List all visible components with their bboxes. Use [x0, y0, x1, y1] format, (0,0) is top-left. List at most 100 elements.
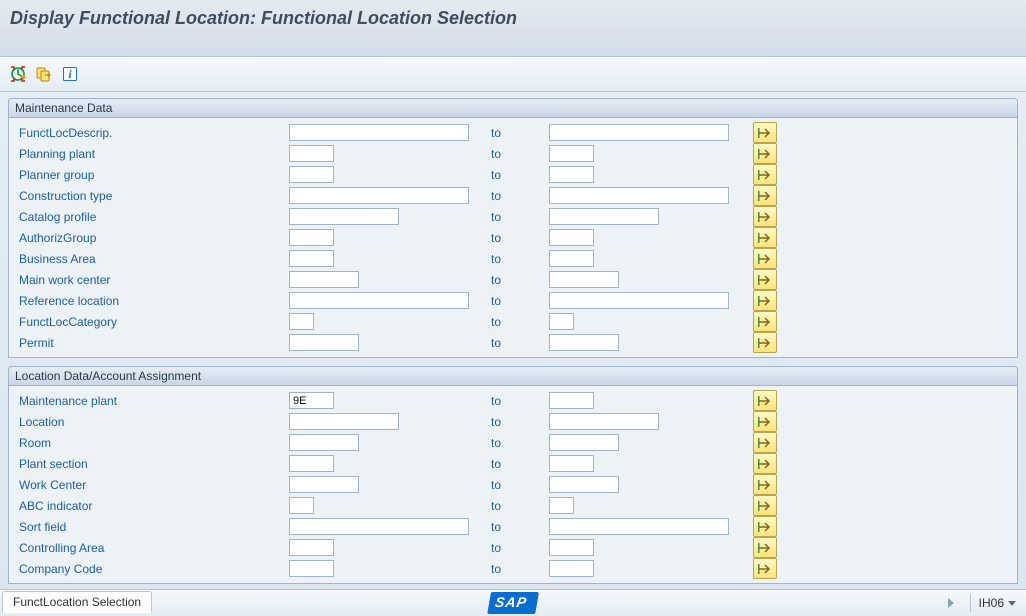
loc-from-room[interactable] [289, 434, 359, 451]
loc-label-abc-indicator: ABC indicator [9, 499, 289, 513]
maint-label-construction-type: Construction type [9, 189, 289, 203]
loc-to-abc-indicator[interactable] [549, 497, 574, 514]
loc-label-work-center: Work Center [9, 478, 289, 492]
loc-from-controlling-area[interactable] [289, 539, 334, 556]
maint-multi-construction-type[interactable] [753, 185, 777, 206]
maint-multi-main-work-center[interactable] [753, 269, 777, 290]
maint-to-functlocdescrip[interactable] [549, 124, 729, 141]
maint-to-planner-group[interactable] [549, 166, 594, 183]
maint-multi-planning-plant[interactable] [753, 143, 777, 164]
maint-to-label-catalog-profile: to [489, 210, 549, 224]
loc-label-room: Room [9, 436, 289, 450]
maint-multi-functlocdescrip[interactable] [753, 122, 777, 143]
loc-multi-room[interactable] [753, 432, 777, 453]
arrow-right-icon [758, 212, 772, 222]
maint-to-business-area[interactable] [549, 250, 594, 267]
maint-from-main-work-center[interactable] [289, 271, 359, 288]
execute-button[interactable] [6, 62, 30, 86]
group-title-maintenance: Maintenance Data [9, 99, 1017, 118]
loc-label-company-code: Company Code [9, 562, 289, 576]
arrow-right-icon [758, 564, 772, 574]
maint-to-planning-plant[interactable] [549, 145, 594, 162]
loc-to-plant-section[interactable] [549, 455, 594, 472]
maint-row-reference-location: Reference locationto [9, 290, 1017, 311]
loc-from-company-code[interactable] [289, 560, 334, 577]
loc-multi-controlling-area[interactable] [753, 537, 777, 558]
maint-from-functloccategory[interactable] [289, 313, 314, 330]
maint-multi-catalog-profile[interactable] [753, 206, 777, 227]
group-body-location: Maintenance planttoLocationtoRoomtoPlant… [9, 386, 1017, 583]
loc-multi-location[interactable] [753, 411, 777, 432]
variant-button[interactable] [32, 62, 56, 86]
maint-to-label-planning-plant: to [489, 147, 549, 161]
maint-from-permit[interactable] [289, 334, 359, 351]
maint-multi-functloccategory[interactable] [753, 311, 777, 332]
maint-to-reference-location[interactable] [549, 292, 729, 309]
sap-window: Display Functional Location: Functional … [0, 0, 1026, 616]
arrow-right-icon [758, 296, 772, 306]
loc-to-location[interactable] [549, 413, 659, 430]
maint-row-functlocdescrip: FunctLocDescrip.to [9, 122, 1017, 143]
loc-from-sort-field[interactable] [289, 518, 469, 535]
maint-to-authorizgroup[interactable] [549, 229, 594, 246]
loc-multi-abc-indicator[interactable] [753, 495, 777, 516]
loc-to-work-center[interactable] [549, 476, 619, 493]
loc-row-plant-section: Plant sectionto [9, 453, 1017, 474]
loc-row-room: Room to [9, 432, 1017, 453]
info-button[interactable]: i [58, 62, 82, 86]
arrow-right-icon [758, 275, 772, 285]
maint-to-permit[interactable] [549, 334, 619, 351]
maint-from-construction-type[interactable] [289, 187, 469, 204]
maint-to-label-business-area: to [489, 252, 549, 266]
arrow-right-icon [758, 522, 772, 532]
maint-label-main-work-center: Main work center [9, 273, 289, 287]
loc-multi-maintenance-plant[interactable] [753, 390, 777, 411]
maint-row-construction-type: Construction typeto [9, 185, 1017, 206]
tcode-menu[interactable]: IH06 [979, 596, 1016, 610]
status-sep [970, 594, 971, 612]
loc-multi-company-code[interactable] [753, 558, 777, 579]
status-bar: FunctLocation Selection SAP IH06 [0, 589, 1026, 616]
arrow-right-icon [758, 480, 772, 490]
maint-multi-reference-location[interactable] [753, 290, 777, 311]
loc-from-plant-section[interactable] [289, 455, 334, 472]
maint-from-catalog-profile[interactable] [289, 208, 399, 225]
maint-to-main-work-center[interactable] [549, 271, 619, 288]
maint-from-authorizgroup[interactable] [289, 229, 334, 246]
maint-label-authorizgroup: AuthorizGroup [9, 231, 289, 245]
loc-to-controlling-area[interactable] [549, 539, 594, 556]
maint-to-catalog-profile[interactable] [549, 208, 659, 225]
maint-from-reference-location[interactable] [289, 292, 469, 309]
maint-from-business-area[interactable] [289, 250, 334, 267]
loc-to-company-code[interactable] [549, 560, 594, 577]
loc-multi-work-center[interactable] [753, 474, 777, 495]
info-icon: i [61, 65, 79, 83]
maint-from-planner-group[interactable] [289, 166, 334, 183]
maint-from-functlocdescrip[interactable] [289, 124, 469, 141]
loc-to-label-room: to [489, 436, 549, 450]
status-left: FunctLocation Selection [0, 592, 152, 614]
arrow-right-icon [758, 170, 772, 180]
loc-to-label-abc-indicator: to [489, 499, 549, 513]
loc-multi-plant-section[interactable] [753, 453, 777, 474]
maint-multi-business-area[interactable] [753, 248, 777, 269]
loc-from-maintenance-plant[interactable] [289, 392, 334, 409]
loc-to-room[interactable] [549, 434, 619, 451]
loc-to-sort-field[interactable] [549, 518, 729, 535]
maint-to-label-functloccategory: to [489, 315, 549, 329]
maint-multi-planner-group[interactable] [753, 164, 777, 185]
loc-to-maintenance-plant[interactable] [549, 392, 594, 409]
loc-multi-sort-field[interactable] [753, 516, 777, 537]
status-tab[interactable]: FunctLocation Selection [2, 591, 152, 613]
loc-from-work-center[interactable] [289, 476, 359, 493]
arrow-right-icon [758, 254, 772, 264]
loc-from-abc-indicator[interactable] [289, 497, 314, 514]
loc-from-location[interactable] [289, 413, 399, 430]
maint-label-catalog-profile: Catalog profile [9, 210, 289, 224]
loc-label-plant-section: Plant section [9, 457, 289, 471]
maint-to-construction-type[interactable] [549, 187, 729, 204]
maint-from-planning-plant[interactable] [289, 145, 334, 162]
maint-multi-permit[interactable] [753, 332, 777, 353]
maint-multi-authorizgroup[interactable] [753, 227, 777, 248]
maint-to-functloccategory[interactable] [549, 313, 574, 330]
